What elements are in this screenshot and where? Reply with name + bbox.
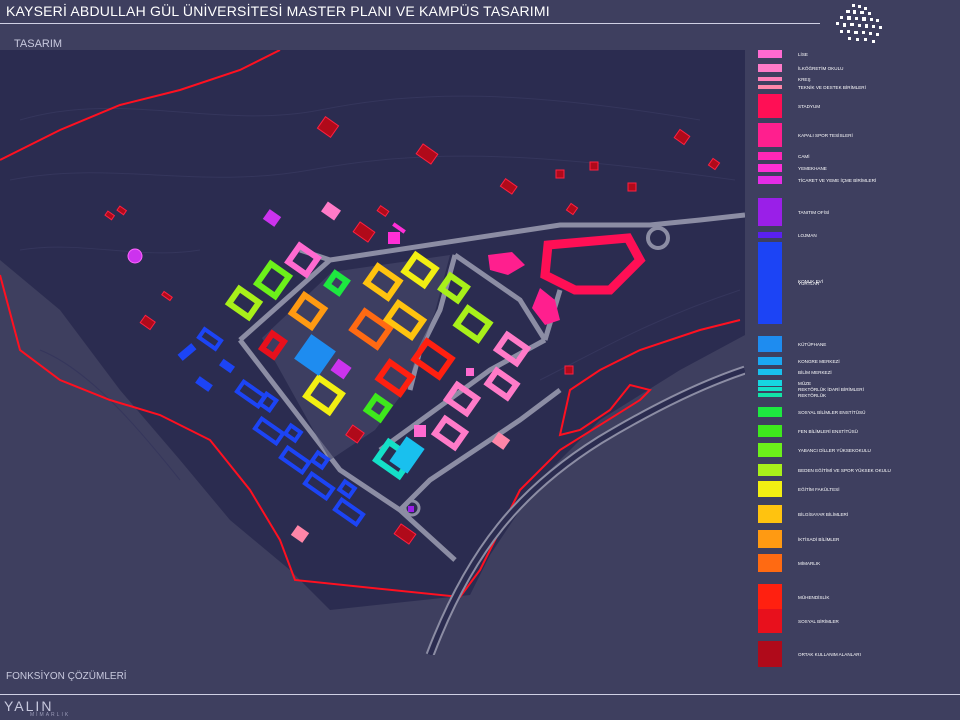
legend-label: BİLGİSAYAR BİLİMLERİ [798, 511, 849, 517]
legend-label: KÜTÜPHANE [798, 341, 827, 347]
legend-label: SOSYAL BİRİMLER [798, 618, 839, 624]
legend-label: TİCARET VE YEME İÇME BİRİMLERİ [798, 177, 877, 183]
legend-swatch [758, 505, 782, 523]
legend-label: MİMARLIK [798, 560, 821, 566]
legend-label: REKTÖRLÜK [798, 392, 827, 398]
bottom-divider [0, 694, 960, 695]
legend-label: LİSE [798, 51, 808, 57]
legend-swatch [758, 464, 782, 476]
legend-label: TANITIM OFİSİ [798, 209, 830, 215]
function-legend: LİSE İLKÖĞRETİM OKULU KREŞ TEKNİK VE DESTEK… [758, 46, 958, 676]
legend-swatch [758, 232, 782, 238]
legend-swatch [758, 94, 782, 118]
legend-swatch [758, 369, 782, 375]
brand-subtitle: MİMARLIK [30, 712, 71, 718]
tanitim-ofisi [127, 248, 143, 264]
legend-swatch [758, 50, 782, 58]
legend-swatch [758, 357, 782, 365]
legend-label: KAPALI SPOR TESİSLERİ [798, 132, 853, 138]
section-label: TASARIM [14, 38, 63, 50]
legend-label: REKTÖRLÜK İDARİ BİRİMLERİ [798, 386, 864, 392]
legend-swatch [758, 641, 782, 667]
legend-label: ORTAK KULLANIM ALANLARI [798, 651, 861, 657]
legend-label: İKTİSADİ BİLİMLER [798, 536, 840, 542]
legend-label: YABANCI DİLLER YÜKSEKOKULU [798, 447, 871, 453]
legend-label: CAMİ [798, 153, 810, 159]
footer-label: FONKSİYON ÇÖZÜMLERİ [6, 671, 127, 682]
legend-label: LOJMAN [798, 232, 817, 238]
legend-label: KONGRE MERKEZİ [798, 358, 840, 364]
legend-label: MÜHENDİSLİK [798, 594, 830, 600]
title-divider [0, 23, 820, 24]
legend-swatch [758, 481, 782, 497]
legend-label: SOSYAL BİLİMLER ENSTİTÜSÜ [798, 409, 866, 415]
legend-label: TEKNİK VE DESTEK BİRİMLERİ [798, 84, 866, 90]
legend-label: STADYUM [798, 103, 821, 109]
site-plan-map [0, 50, 745, 655]
legend-swatch [758, 584, 782, 610]
legend-label: BEDEN EĞİTİMİ VE SPOR YÜKSEK OKULU [798, 467, 891, 473]
legend-swatch [758, 336, 782, 352]
legend-label: KREŞ [798, 76, 811, 82]
legend-swatch [758, 387, 782, 391]
legend-label: BİLİM MERKEZİ [798, 369, 832, 375]
legend-swatch [758, 242, 782, 324]
legend-label: YEMEKHANE [798, 165, 827, 171]
legend-label: MÜZE [798, 380, 812, 386]
legend-label: FEN BİLİMLERİ ENSTİTÜSÜ [798, 428, 858, 434]
campus-logo-icon [836, 4, 882, 43]
legend-label: İLKÖĞRETİM OKULU [798, 65, 844, 71]
legend-swatch [758, 198, 782, 226]
legend-swatch [758, 77, 782, 81]
legend-label: YURTLAR [798, 280, 820, 286]
legend-swatch [758, 407, 782, 417]
legend-swatch [758, 176, 782, 184]
legend-label: EĞİTİM FAKÜLTESİ [798, 486, 840, 492]
legend-swatch [758, 64, 782, 72]
legend-swatch [758, 609, 782, 633]
legend-swatch [758, 123, 782, 147]
legend-swatch [758, 530, 782, 548]
legend-swatch [758, 152, 782, 160]
legend-swatch [758, 443, 782, 457]
legend-swatch [758, 164, 782, 172]
legend-swatch [758, 554, 782, 572]
legend-swatch [758, 85, 782, 89]
legend-swatch [758, 380, 782, 386]
legend-swatch [758, 425, 782, 437]
page-title: KAYSERİ ABDULLAH GÜL ÜNİVERSİTESİ MASTER… [6, 3, 550, 19]
legend-swatch [758, 393, 782, 397]
